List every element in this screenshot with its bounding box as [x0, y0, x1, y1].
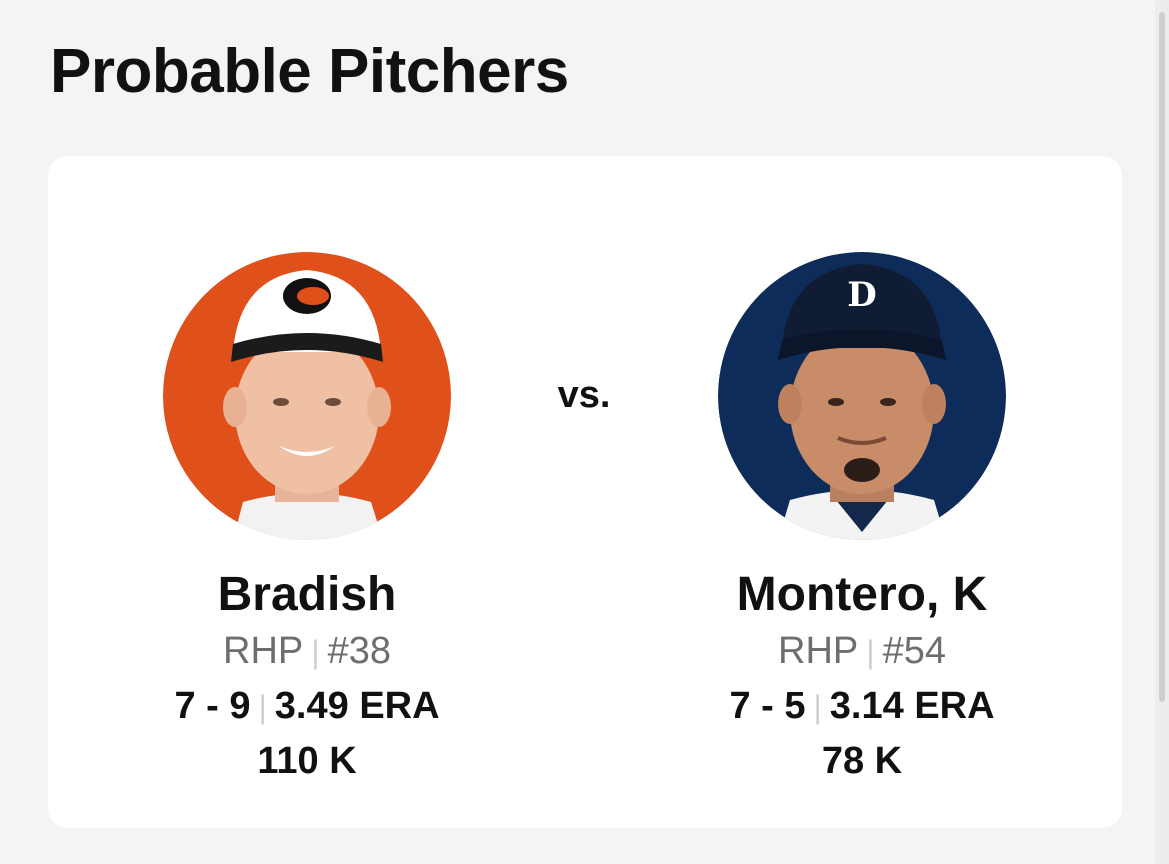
vertical-scrollbar[interactable]: [1155, 0, 1169, 864]
separator: |: [311, 634, 320, 670]
pitcher-number: #54: [882, 630, 946, 672]
pitcher-name: Montero, K: [736, 568, 988, 621]
pitcher-era: 3.49 ERA: [274, 685, 440, 727]
separator: |: [258, 689, 267, 725]
separator: |: [866, 634, 875, 670]
pitcher-record: 7 - 9: [174, 685, 251, 727]
versus-label: vs.: [557, 374, 611, 416]
pitcher-stats: 7 - 9 | 3.49 ERA: [97, 683, 517, 730]
pitcher-name: Bradish: [217, 568, 397, 621]
pitcher-era: 3.14 ERA: [829, 685, 995, 727]
separator: |: [813, 689, 822, 725]
pitcher-meta: RHP | #38: [97, 628, 517, 675]
scrollbar-thumb[interactable]: [1159, 12, 1165, 702]
svg-text:D: D: [847, 275, 876, 315]
pitcher-strikeouts: 110 K: [257, 740, 357, 782]
pitcher-strikeouts: 78 K: [821, 740, 903, 782]
pitcher-hand: RHP: [223, 630, 304, 672]
pitcher-hand: RHP: [778, 630, 859, 672]
pitcher-photo: [163, 252, 451, 540]
page-title: Probable Pitchers: [50, 37, 569, 106]
pitcher-stats: 7 - 5 | 3.14 ERA: [652, 683, 1072, 730]
pitcher-record: 7 - 5: [729, 685, 806, 727]
pitcher-meta: RHP | #54: [652, 628, 1072, 675]
pitcher-card-bradish[interactable]: Bradish RHP | #38 7 - 9 | 3.49 ERA 110 K: [97, 252, 517, 784]
pitcher-number: #38: [327, 630, 391, 672]
pitcher-card-montero[interactable]: D Montero, K RHP | #54 7 - 5 | 3.14 ERA 78 K: [652, 252, 1072, 784]
pitcher-photo: D: [718, 252, 1006, 540]
